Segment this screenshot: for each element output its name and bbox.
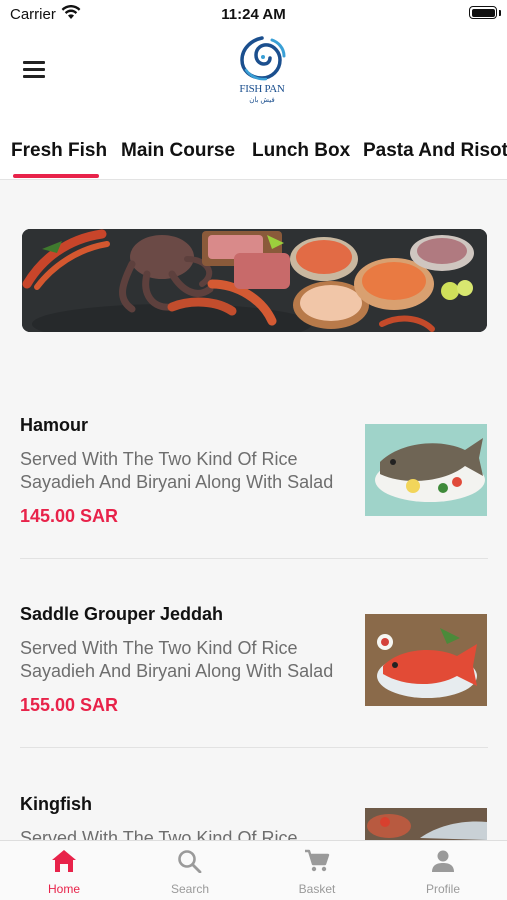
nav-label: Basket — [298, 882, 336, 896]
item-image[interactable] — [365, 808, 487, 840]
nav-basket[interactable]: Basket — [267, 849, 367, 896]
fish-pan-logo-icon — [240, 36, 286, 81]
nav-label: Search — [170, 882, 210, 896]
item-divider — [20, 558, 488, 559]
grouper-fish-image — [365, 614, 487, 706]
search-icon — [178, 850, 202, 874]
battery-icon — [469, 6, 497, 19]
app-header: FISH PAN فيش بان — [0, 28, 507, 124]
tab-fresh-fish[interactable]: Fresh Fish — [11, 140, 107, 162]
tab-main-course[interactable]: Main Course — [121, 140, 235, 162]
battery-tip — [499, 10, 501, 16]
item-image[interactable] — [365, 614, 487, 706]
brand-name-arabic: فيش بان — [249, 97, 275, 104]
nav-home[interactable]: Home — [14, 849, 114, 896]
nav-label: Home — [47, 882, 80, 896]
promo-banner[interactable] — [22, 229, 487, 332]
status-bar: Carrier 11:24 AM — [0, 0, 507, 28]
hamburger-line — [23, 68, 45, 71]
tab-pasta-and-risotto[interactable]: Pasta And Risotto — [363, 140, 507, 162]
bottom-navigation: Home Search Basket Profile — [0, 840, 507, 900]
nav-label: Profile — [425, 882, 460, 896]
item-description-line: Sayadieh And Biryani Along With Salad — [20, 661, 334, 681]
item-description-line: Served With The Two Kind Of Rice — [20, 638, 298, 658]
brand-name: FISH PAN — [239, 83, 285, 95]
app-screen: Carrier 11:24 AM FISH PAN فيش بان Fresh … — [0, 0, 507, 900]
nav-search[interactable]: Search — [140, 849, 240, 896]
clock: 11:24 AM — [221, 6, 286, 23]
cart-icon — [305, 849, 330, 872]
menu-button[interactable] — [23, 61, 47, 81]
item-image[interactable] — [365, 424, 487, 516]
seafood-banner-image — [22, 229, 487, 332]
category-tabs: Fresh Fish Main Course Lunch Box Pasta A… — [0, 124, 507, 180]
profile-icon — [432, 850, 454, 872]
active-tab-indicator — [13, 174, 99, 178]
kingfish-image — [365, 808, 487, 840]
item-description: Served With The Two Kind Of Rice Sayadie… — [20, 637, 350, 683]
hamburger-line — [23, 61, 45, 64]
hamour-fish-image — [365, 424, 487, 516]
brand-logo: FISH PAN فيش بان — [232, 36, 292, 116]
item-description: Served With The Two Kind Of Rice Sayadie… — [20, 448, 350, 494]
item-divider — [20, 747, 488, 748]
item-description-line: Sayadieh And Biryani Along With Salad — [20, 472, 334, 492]
nav-profile[interactable]: Profile — [393, 849, 493, 896]
item-description-line: Served With The Two Kind Of Rice — [20, 449, 298, 469]
tab-lunch-box[interactable]: Lunch Box — [252, 140, 350, 162]
home-icon — [52, 850, 76, 872]
hamburger-line — [23, 75, 45, 78]
